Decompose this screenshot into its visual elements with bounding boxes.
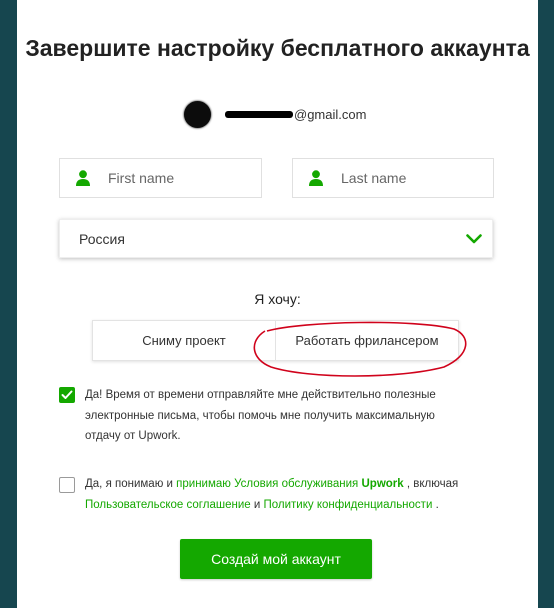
upwork-link[interactable]: Upwork — [361, 478, 403, 490]
newsletter-row: Да! Время от времени отправляйте мне дей… — [59, 385, 469, 447]
accept-link[interactable]: принимаю — [176, 478, 231, 490]
account-info: @gmail.com — [184, 99, 366, 129]
terms-text: Да, я понимаю и принимаю Условия обслужи… — [85, 474, 458, 515]
person-icon — [309, 170, 323, 186]
newsletter-text: Да! Время от времени отправляйте мне дей… — [85, 389, 436, 442]
terms-checkbox[interactable] — [59, 477, 75, 493]
page-title: Завершите настройку бесплатного аккаунта — [25, 35, 530, 61]
privacy-policy-link[interactable]: Политику конфиденциальности — [263, 499, 432, 511]
last-name-field[interactable] — [292, 158, 494, 198]
person-icon — [76, 170, 90, 186]
terms-of-service-link[interactable]: Условия обслуживания — [234, 478, 358, 490]
terms-row: Да, я понимаю и принимаю Условия обслужи… — [59, 474, 509, 515]
terms-end: . — [435, 498, 439, 511]
chevron-down-icon — [466, 233, 482, 243]
signup-card: Завершите настройку бесплатного аккаунта… — [17, 0, 538, 608]
avatar — [184, 100, 211, 128]
first-name-input[interactable] — [108, 170, 238, 186]
create-account-button[interactable]: Создай мой аккаунт — [180, 539, 372, 579]
country-value: Россия — [79, 230, 125, 247]
terms-prefix: Да, я понимаю и — [85, 478, 173, 490]
checkmark-icon — [61, 390, 73, 399]
annotation-ellipse — [253, 321, 467, 377]
email-redaction — [225, 110, 293, 118]
want-label: Я хочу: — [254, 291, 301, 307]
email-domain: @gmail.com — [294, 106, 367, 122]
first-name-field[interactable] — [59, 158, 262, 198]
account-email: @gmail.com — [223, 107, 366, 122]
newsletter-checkbox[interactable] — [59, 387, 75, 403]
last-name-input[interactable] — [341, 170, 471, 186]
country-select[interactable]: Россия — [59, 219, 493, 258]
terms-mid: , включая — [406, 478, 459, 490]
terms-and: и — [253, 498, 261, 511]
user-agreement-link[interactable]: Пользовательское соглашение — [85, 499, 251, 511]
